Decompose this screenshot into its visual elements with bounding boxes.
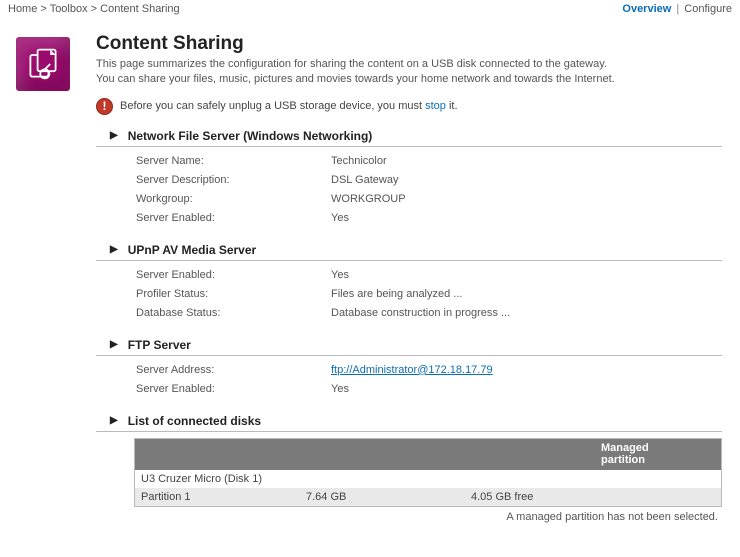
upnp-enabled-label: Server Enabled:	[136, 269, 331, 281]
tab-overview[interactable]: Overview	[622, 3, 671, 15]
ftp-addr-label: Server Address:	[136, 364, 331, 376]
nfs-name-label: Server Name:	[136, 155, 331, 167]
breadcrumb-current: Content Sharing	[100, 3, 180, 15]
breadcrumb-toolbox[interactable]: Toolbox	[50, 3, 88, 15]
upnp-db-value: Database construction in progress ...	[331, 307, 722, 319]
triangle-icon: ▶	[110, 415, 118, 426]
nfs-enabled-label: Server Enabled:	[136, 212, 331, 224]
warning-icon: !	[96, 98, 113, 115]
unplug-warning: ! Before you can safely unplug a USB sto…	[96, 98, 722, 115]
breadcrumb-home[interactable]: Home	[8, 3, 37, 15]
partition-free: 4.05 GB free	[471, 491, 715, 503]
triangle-icon: ▶	[110, 130, 118, 141]
upnp-db-label: Database Status:	[136, 307, 331, 319]
upnp-profiler-label: Profiler Status:	[136, 288, 331, 300]
disk-row: U3 Cruzer Micro (Disk 1)	[135, 470, 721, 488]
upnp-profiler-value: Files are being analyzed ...	[331, 288, 722, 300]
page-lead: This page summarizes the configuration f…	[96, 57, 722, 88]
col-managed-partition: Managed partition	[601, 442, 691, 467]
section-disks: ▶ List of connected disks	[96, 414, 722, 432]
tab-configure[interactable]: Configure	[684, 3, 732, 15]
ftp-enabled-label: Server Enabled:	[136, 383, 331, 395]
section-nfs: ▶ Network File Server (Windows Networkin…	[96, 129, 722, 147]
stop-link[interactable]: stop	[425, 100, 446, 112]
triangle-icon: ▶	[110, 339, 118, 350]
view-tabs: Overview | Configure	[622, 3, 732, 15]
partition-row: Partition 1 7.64 GB 4.05 GB free	[135, 488, 721, 506]
upnp-enabled-value: Yes	[331, 269, 722, 281]
section-ftp: ▶ FTP Server	[96, 338, 722, 356]
nfs-desc-value: DSL Gateway	[331, 174, 722, 186]
managed-partition-status: A managed partition has not been selecte…	[134, 507, 722, 523]
nfs-wg-label: Workgroup:	[136, 193, 331, 205]
nfs-enabled-value: Yes	[331, 212, 722, 224]
nfs-desc-label: Server Description:	[136, 174, 331, 186]
disk-table: Managed partition U3 Cruzer Micro (Disk …	[134, 438, 722, 507]
triangle-icon: ▶	[110, 244, 118, 255]
nfs-name-value: Technicolor	[331, 155, 722, 167]
ftp-address-link[interactable]: ftp://Administrator@172.18.17.79	[331, 364, 493, 376]
partition-size: 7.64 GB	[306, 491, 471, 503]
breadcrumb: Home > Toolbox > Content Sharing	[8, 3, 180, 15]
section-upnp: ▶ UPnP AV Media Server	[96, 243, 722, 261]
content-sharing-icon	[16, 37, 70, 91]
partition-name: Partition 1	[141, 491, 306, 503]
nfs-wg-value: WORKGROUP	[331, 193, 722, 205]
ftp-enabled-value: Yes	[331, 383, 722, 395]
page-title: Content Sharing	[96, 33, 722, 55]
